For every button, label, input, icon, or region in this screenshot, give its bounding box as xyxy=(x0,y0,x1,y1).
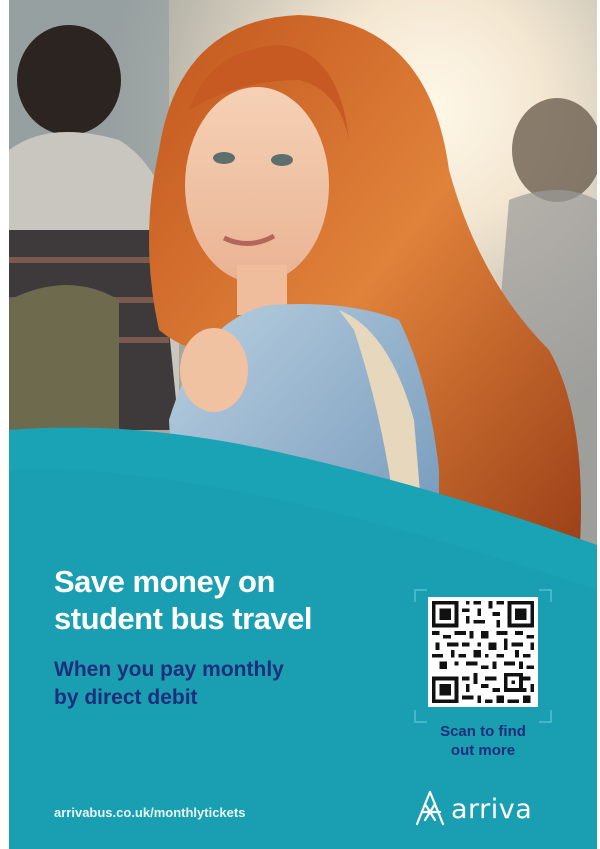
headline: Save money on student bus travel xyxy=(54,563,394,637)
qr-caption-line-2: out more xyxy=(450,742,516,759)
qr-caption: Scan to find out more xyxy=(403,722,563,760)
headline-line-2: student bus travel xyxy=(54,601,313,636)
subheadline-line-2: by direct debit xyxy=(54,686,198,709)
subheadline: When you pay monthly by direct debit xyxy=(54,656,354,712)
headline-line-1: Save money on xyxy=(54,564,275,599)
arriva-mark-icon xyxy=(415,790,445,826)
subheadline-line-1: When you pay monthly xyxy=(54,658,284,681)
poster: Save money on student bus travel When yo… xyxy=(9,0,597,849)
qr-caption-line-1: Scan to find xyxy=(440,723,526,740)
website-url[interactable]: arrivabus.co.uk/monthlytickets xyxy=(54,805,245,820)
arriva-logo: arriva xyxy=(413,788,532,830)
logo-wordmark: arriva xyxy=(451,793,533,825)
qr-code[interactable] xyxy=(428,597,538,707)
